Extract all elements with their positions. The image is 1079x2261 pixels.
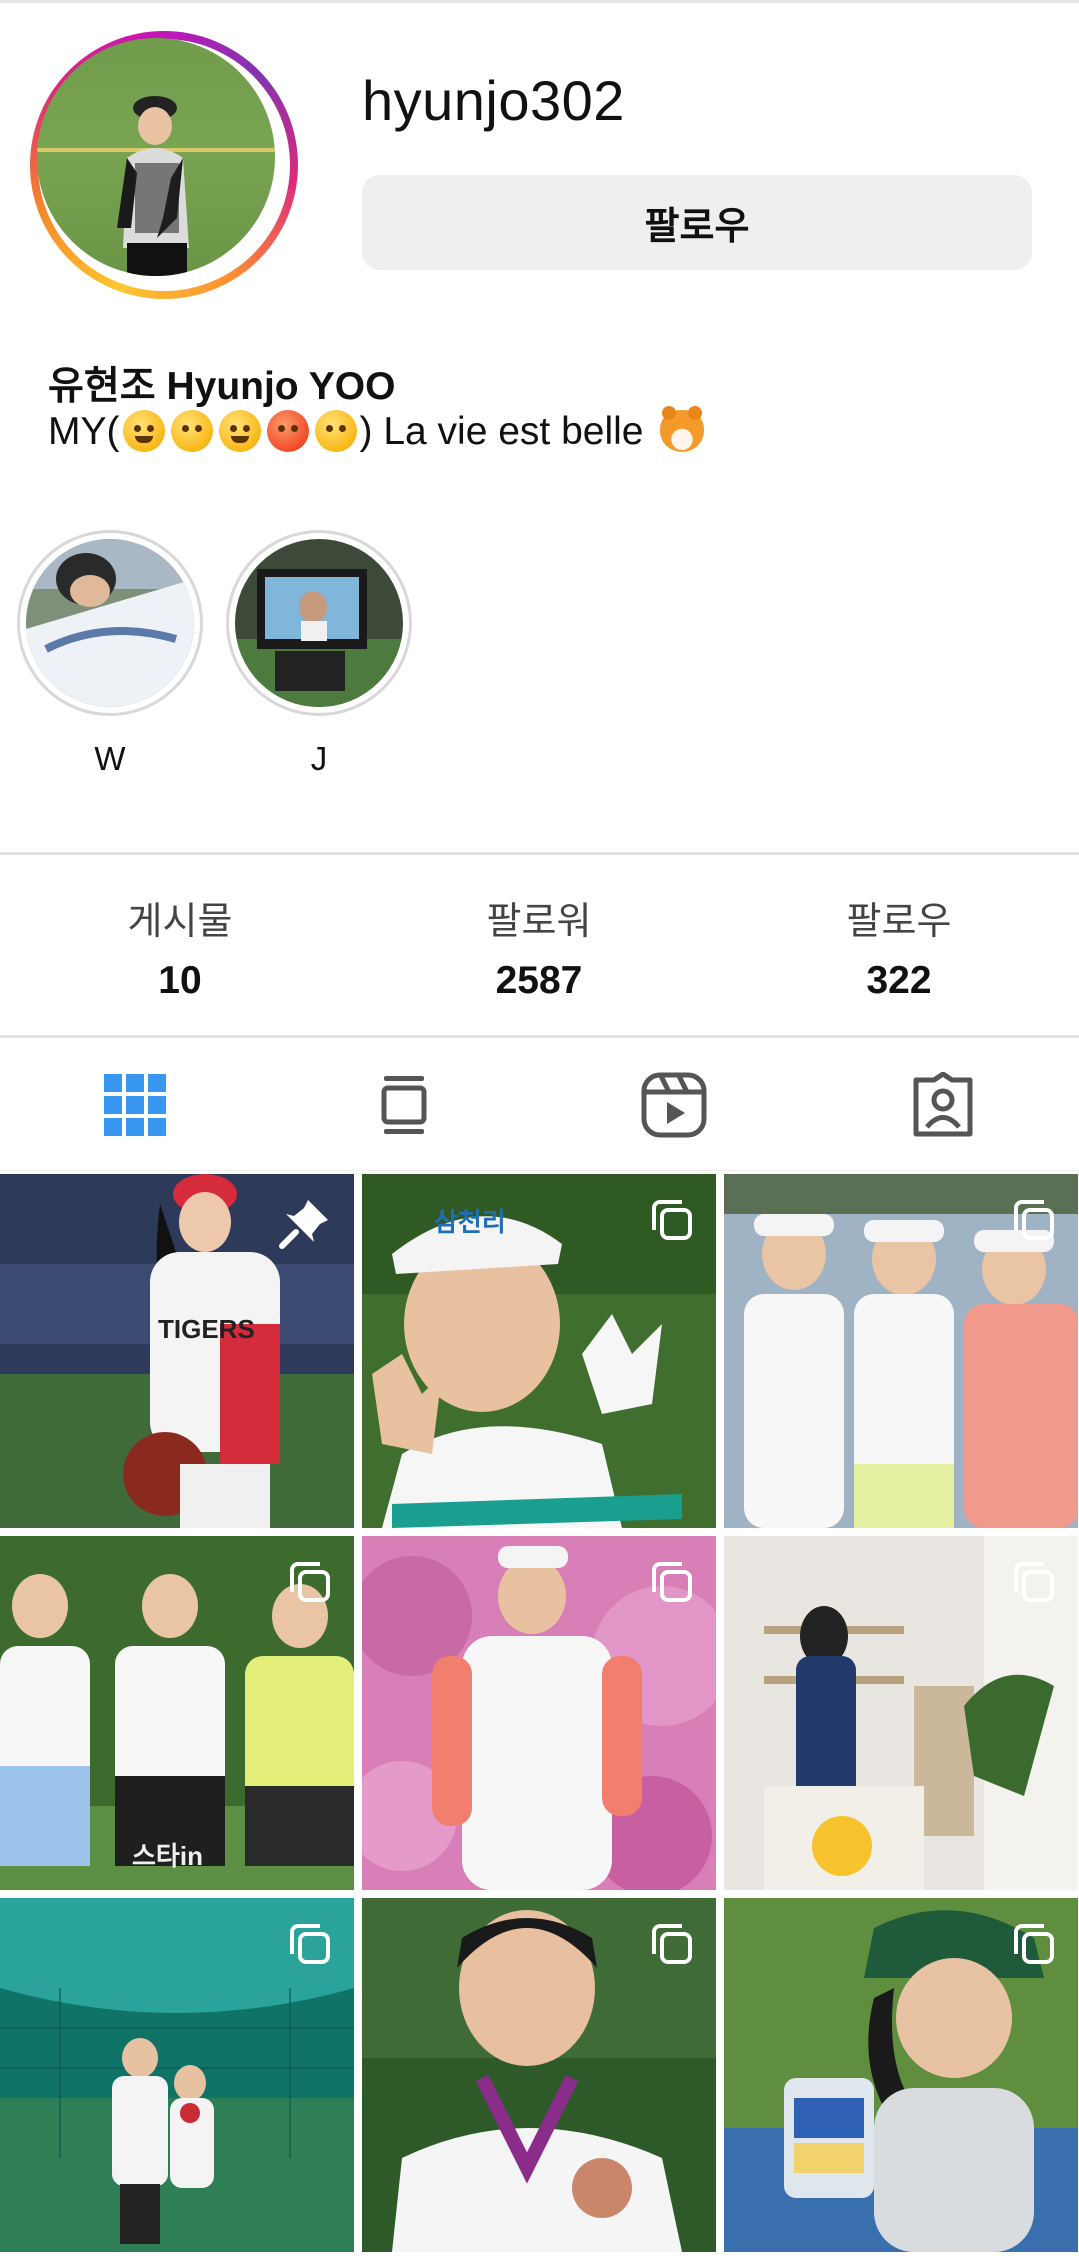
feed-icon	[381, 1076, 426, 1134]
bio-prefix: MY(	[48, 410, 120, 453]
profile-username: hyunjo302	[362, 69, 625, 132]
highlight-j[interactable]: J	[226, 530, 412, 778]
top-divider	[0, 0, 1079, 3]
pin-icon	[279, 1200, 328, 1249]
post-5[interactable]	[362, 1536, 716, 1890]
stat-following-label: 팔로우	[846, 901, 952, 943]
stat-posts[interactable]: 게시물 10	[30, 890, 330, 1003]
post-6[interactable]	[724, 1536, 1078, 1890]
post-8[interactable]	[362, 1898, 716, 2252]
carousel-icon	[652, 1562, 692, 1602]
highlight-j-label: J	[310, 740, 328, 777]
highlight-w[interactable]: W	[17, 530, 203, 778]
confounded-face-icon	[314, 410, 357, 452]
carousel-icon	[290, 1924, 330, 1964]
tabs-top-divider	[0, 1035, 1079, 1038]
post-1-overlay-text: TIGERS	[158, 1314, 255, 1344]
tab-tagged[interactable]	[808, 1045, 1077, 1165]
post-4-overlay-text: 스타in	[132, 1841, 203, 1871]
carousel-icon	[1014, 1200, 1054, 1240]
post-1[interactable]: TIGERS	[0, 1174, 354, 1528]
tab-feed[interactable]	[269, 1045, 538, 1165]
stat-followers[interactable]: 팔로워 2587	[389, 890, 689, 1003]
avatar-photo	[37, 38, 275, 276]
carousel-icon	[652, 1924, 692, 1964]
grid-top-divider	[0, 1170, 1079, 1171]
follow-button[interactable]: 팔로우	[362, 175, 1032, 270]
bio-suffix: ) La vie est belle	[359, 410, 644, 453]
stat-followers-label: 팔로워	[486, 901, 592, 943]
carousel-icon	[290, 1562, 330, 1602]
carousel-icon	[652, 1200, 692, 1240]
highlight-w-thumbnail	[26, 539, 194, 707]
angry-face-icon	[266, 410, 309, 452]
stat-followers-value: 2587	[495, 959, 583, 1002]
tiger-face-icon	[660, 406, 705, 452]
carousel-icon	[1014, 1562, 1054, 1602]
profile-display-name: 유현조 Hyunjo YOO	[48, 365, 396, 408]
tagged-icon	[913, 1072, 972, 1137]
kissing-face-icon	[170, 410, 213, 452]
stat-posts-label: 게시물	[127, 901, 233, 943]
highlight-j-thumbnail	[235, 539, 403, 707]
post-2[interactable]: 삼천리	[362, 1174, 716, 1528]
profile-bio: MY( ) La vie est belle	[48, 406, 705, 454]
reels-icon	[641, 1072, 706, 1138]
stat-posts-value: 10	[158, 959, 202, 1002]
post-2-overlay-text: 삼천리	[434, 1207, 506, 1237]
highlight-w-label: W	[94, 740, 126, 777]
carousel-icon	[1014, 1924, 1054, 1964]
tab-reels[interactable]	[539, 1045, 808, 1165]
tab-grid[interactable]	[0, 1045, 269, 1165]
stats-top-divider	[0, 852, 1079, 855]
profile-avatar[interactable]	[30, 31, 298, 299]
laughing-face-icon	[122, 410, 165, 452]
post-9[interactable]	[724, 1898, 1078, 2252]
post-4[interactable]: 스타in	[0, 1536, 354, 1890]
post-3[interactable]	[724, 1174, 1078, 1528]
stat-following-value: 322	[866, 959, 932, 1002]
post-7[interactable]	[0, 1898, 354, 2252]
smiling-face-icon	[218, 410, 261, 452]
grid-icon	[103, 1074, 166, 1136]
stat-following[interactable]: 팔로우 322	[749, 890, 1049, 1003]
